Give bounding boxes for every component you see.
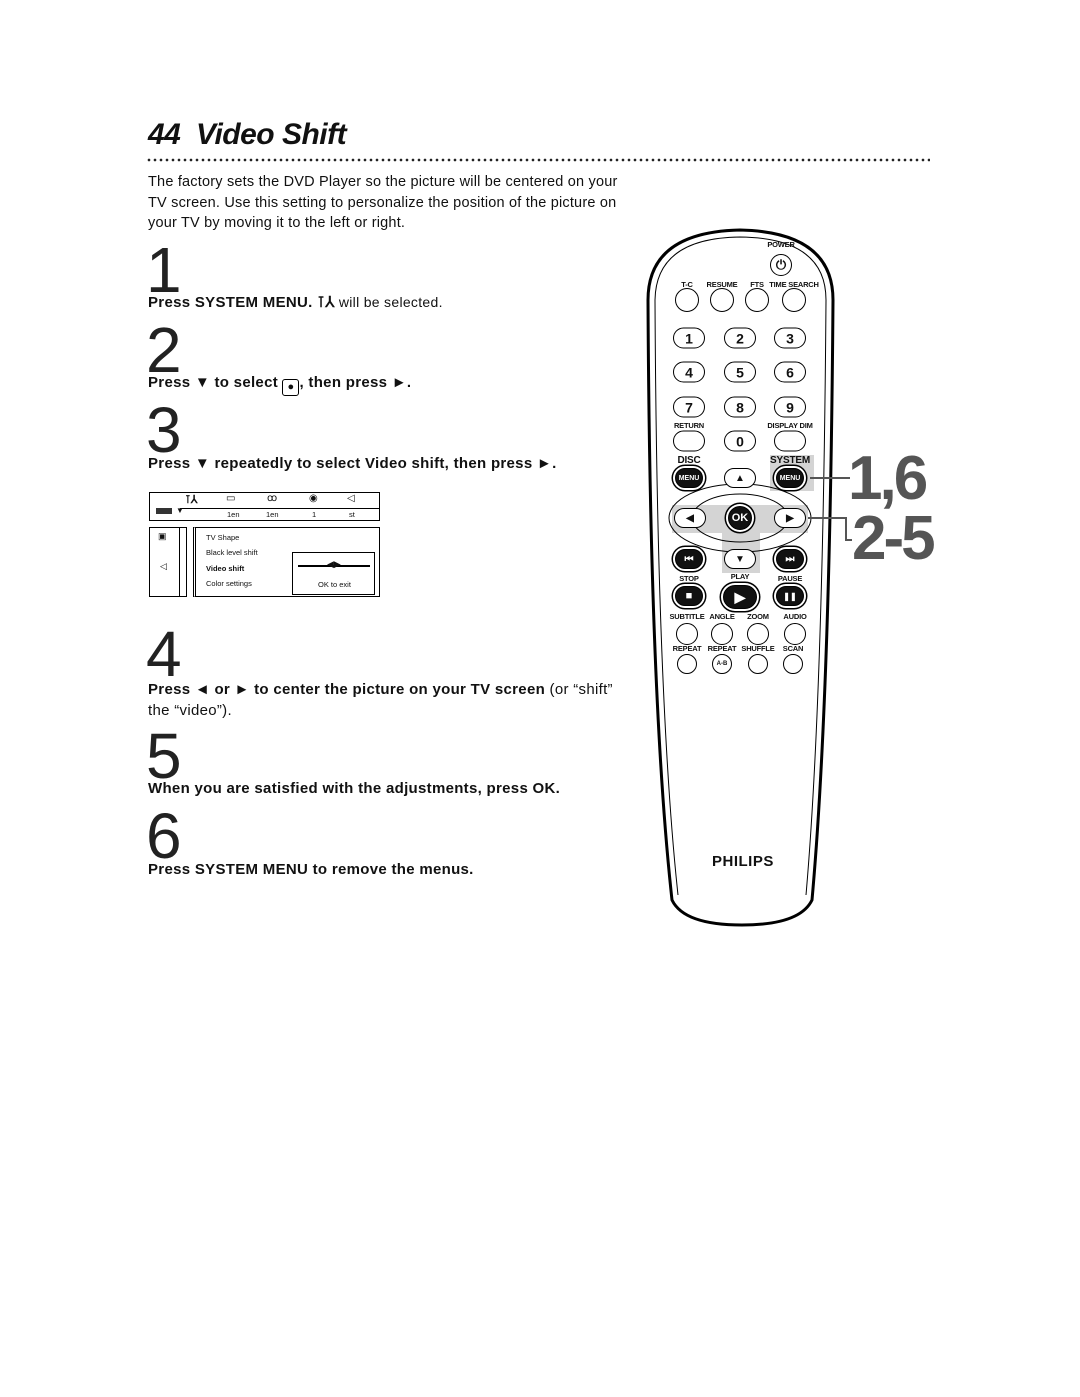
left-button[interactable]: ◀ <box>674 508 706 528</box>
power-label: POWER <box>767 240 795 249</box>
audio-button[interactable] <box>784 623 806 645</box>
shuffle-label: SHUFFLE <box>741 644 775 653</box>
up-button[interactable]: ▲ <box>724 468 756 488</box>
digit-7-button[interactable]: 7 <box>673 396 705 418</box>
display-dim-button[interactable] <box>774 430 806 452</box>
digit-6-button[interactable]: 6 <box>774 361 806 383</box>
power-button[interactable]: ⏻ <box>770 254 792 276</box>
stop-button[interactable]: ■ <box>675 586 703 606</box>
angle-label: ANGLE <box>709 612 735 621</box>
digit-9-button[interactable]: 9 <box>774 396 806 418</box>
disc-label: DISC <box>677 455 701 466</box>
scan-button[interactable] <box>783 654 803 674</box>
remote-outline <box>646 228 852 927</box>
return-button[interactable] <box>673 430 705 452</box>
subtitle-button[interactable] <box>676 623 698 645</box>
time-search-button[interactable] <box>782 288 806 312</box>
repeat-ab-button[interactable]: A-B <box>712 654 732 674</box>
digit-5-button[interactable]: 5 <box>724 361 756 383</box>
repeat-ab-label: REPEAT <box>707 644 737 653</box>
stop-label: STOP <box>679 574 699 583</box>
play-button[interactable]: ▶ <box>723 585 757 609</box>
repeat-label: REPEAT <box>672 644 702 653</box>
callout-2-5: 2-5 <box>852 504 936 573</box>
zoom-button[interactable] <box>747 623 769 645</box>
previous-button[interactable]: ⏮ <box>675 549 703 569</box>
digit-4-button[interactable]: 4 <box>673 361 705 383</box>
return-label: RETURN <box>673 421 705 430</box>
digit-0-button[interactable]: 0 <box>724 430 756 452</box>
audio-label: AUDIO <box>783 612 807 621</box>
system-menu-button[interactable]: MENU <box>776 468 804 488</box>
subtitle-label: SUBTITLE <box>669 612 705 621</box>
scan-label: SCAN <box>782 644 804 653</box>
shuffle-button[interactable] <box>748 654 768 674</box>
resume-button[interactable] <box>710 288 734 312</box>
digit-1-button[interactable]: 1 <box>673 327 705 349</box>
next-button[interactable]: ⏭ <box>776 549 804 569</box>
right-button[interactable]: ▶ <box>774 508 806 528</box>
fts-button[interactable] <box>745 288 769 312</box>
digit-2-button[interactable]: 2 <box>724 327 756 349</box>
down-button[interactable]: ▼ <box>724 549 756 569</box>
repeat-button[interactable] <box>677 654 697 674</box>
play-label: PLAY <box>730 572 750 581</box>
pause-button[interactable]: ❚❚ <box>776 586 804 606</box>
ok-button[interactable]: OK <box>728 506 752 530</box>
pause-label: PAUSE <box>777 574 803 583</box>
philips-logo: PHILIPS <box>712 853 774 870</box>
digit-8-button[interactable]: 8 <box>724 396 756 418</box>
disc-menu-button[interactable]: MENU <box>675 468 703 488</box>
zoom-label: ZOOM <box>747 612 769 621</box>
tc-button[interactable] <box>675 288 699 312</box>
system-label: SYSTEM <box>770 455 810 466</box>
digit-3-button[interactable]: 3 <box>774 327 806 349</box>
angle-button[interactable] <box>711 623 733 645</box>
display-dim-label: DISPLAY DIM <box>767 421 813 430</box>
